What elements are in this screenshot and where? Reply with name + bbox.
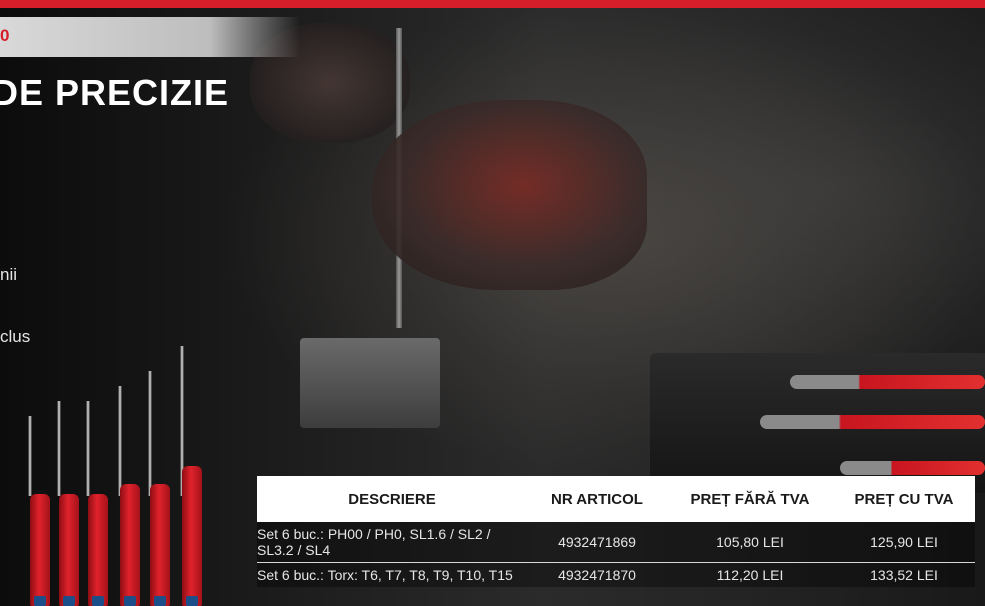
col-header-price-net: PREȚ FĂRĂ TVA (667, 476, 833, 522)
product-table: DESCRIERE NR ARTICOL PREȚ FĂRĂ TVA PREȚ … (257, 476, 975, 587)
banner-code: 0 (0, 26, 10, 45)
col-header-description: DESCRIERE (257, 476, 527, 522)
cell-price-net: 112,20 LEI (667, 562, 833, 587)
cell-price-gross: 133,52 LEI (833, 562, 975, 587)
table-header-row: DESCRIERE NR ARTICOL PREȚ FĂRĂ TVA PREȚ … (257, 476, 975, 522)
cell-article: 4932471870 (527, 562, 667, 587)
pouch-screwdriver-1 (790, 375, 985, 389)
glove-right (372, 100, 647, 290)
pouch-screwdriver-2 (760, 415, 985, 429)
tool-pouch (650, 353, 985, 493)
table-row: Set 6 buc.: Torx: T6, T7, T8, T9, T10, T… (257, 562, 975, 587)
pouch-screwdriver-3 (840, 461, 985, 475)
body-text-line-2: clus (0, 327, 31, 346)
cell-price-net: 105,80 LEI (667, 522, 833, 563)
cell-description: Set 6 buc.: Torx: T6, T7, T8, T9, T10, T… (257, 562, 527, 587)
table-row: Set 6 buc.: PH00 / PH0, SL1.6 / SL2 / SL… (257, 522, 975, 563)
body-text-line-1: nii (0, 265, 18, 284)
col-header-article: NR ARTICOL (527, 476, 667, 522)
page-title: DE PRECIZIE (0, 72, 230, 113)
col-header-price-gross: PREȚ CU TVA (833, 476, 975, 522)
banner-strip (0, 17, 300, 57)
cell-description: Set 6 buc.: PH00 / PH0, SL1.6 / SL2 / SL… (257, 522, 527, 563)
cell-price-gross: 125,90 LEI (833, 522, 975, 563)
device-under-repair (300, 338, 440, 428)
cell-article: 4932471869 (527, 522, 667, 563)
top-red-bar (0, 0, 985, 8)
